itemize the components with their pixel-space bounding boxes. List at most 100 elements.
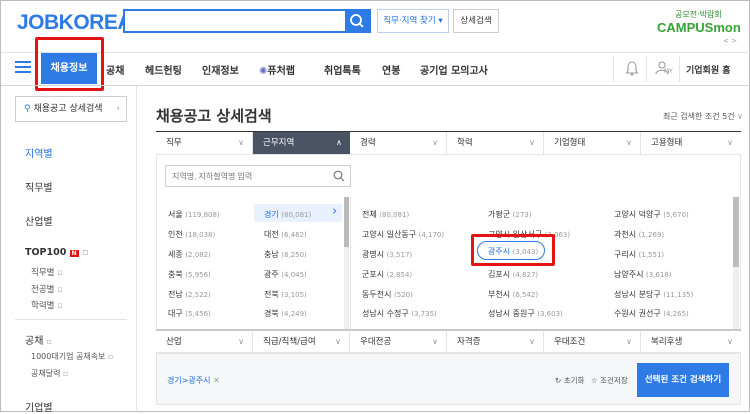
city-goyang-deogyang[interactable]: 고양시 덕양구 (5,670) xyxy=(614,209,689,220)
detail-search-button[interactable]: 상세검색 xyxy=(453,9,499,33)
region-name: 세종 xyxy=(168,250,183,259)
city-guri[interactable]: 구리시 (1,551) xyxy=(614,249,664,260)
nav-item-talk[interactable]: 취업톡톡 xyxy=(324,62,361,77)
tab-major-label: 우대전공 xyxy=(360,337,392,347)
close-icon[interactable]: ✕ xyxy=(213,376,220,385)
sidebar-item-top100[interactable]: TOP100 N ▫ xyxy=(25,247,88,258)
city-dongducheon[interactable]: 동두천시 (520) xyxy=(362,289,413,300)
city-name: 수원시 권선구 xyxy=(614,309,661,318)
tab-job[interactable]: 직무 ∨ xyxy=(156,132,253,154)
region-gyeongbuk[interactable]: 경북 (4,249) xyxy=(264,308,307,319)
city-name: 고양시 덕양구 xyxy=(614,210,661,219)
chevron-down-icon: ∨ xyxy=(529,138,535,147)
city-name: 성남시 수정구 xyxy=(362,309,409,318)
tab-company-type[interactable]: 기업형태 ∨ xyxy=(544,132,641,154)
city-gunpo[interactable]: 군포시 (2,854) xyxy=(362,269,412,280)
city-count: (3,603) xyxy=(537,310,563,318)
tab-certificate[interactable]: 자격증 ∨ xyxy=(447,332,544,352)
sidebar-item-region[interactable]: 지역별 xyxy=(25,145,53,160)
tab-career[interactable]: 경력 ∨ xyxy=(350,132,447,154)
city-count: (1,269) xyxy=(638,231,665,239)
tab-education-label: 학력 xyxy=(457,138,473,148)
city-gwangmyeong[interactable]: 광명시 (3,517) xyxy=(362,249,412,260)
menu-icon[interactable] xyxy=(15,61,31,73)
region-count: (5,456) xyxy=(185,310,211,318)
region-count: (80,081) xyxy=(281,211,312,219)
nav-item-salary[interactable]: 연봉 xyxy=(382,62,400,77)
tab-position[interactable]: 직급/직책/급여 ∨ xyxy=(253,332,350,352)
region-name: 대구 xyxy=(168,309,183,318)
recent-conditions[interactable]: 최근 검색한 조건 5건 ∨ xyxy=(663,111,743,122)
tab-region-label: 근무지역 xyxy=(263,138,295,148)
region-daegu[interactable]: 대구 (5,456) xyxy=(168,308,211,319)
selected-chip[interactable]: 경기>광주시 ✕ xyxy=(167,375,220,386)
city-name: 고양시 일산동구 xyxy=(362,230,417,239)
tab-welfare[interactable]: 복리후생 ∨ xyxy=(641,332,741,352)
city-count: (80,081) xyxy=(379,211,410,219)
city-gapyeong[interactable]: 가평군 (273) xyxy=(488,209,531,220)
my-label[interactable]: MY xyxy=(664,68,673,75)
tab-preference[interactable]: 우대조건 ∨ xyxy=(544,332,641,352)
submit-search-button[interactable]: 선택된 조건 검색하기 xyxy=(637,363,729,397)
city-seongnam-bundang[interactable]: 성남시 분당구 (11,135) xyxy=(614,289,693,300)
tab-employment-type[interactable]: 고용형태 ∨ xyxy=(641,132,741,154)
city-count: (4,265) xyxy=(663,310,689,318)
save-condition-button[interactable]: ☆ 조건저장 xyxy=(591,375,628,386)
region-name: 대전 xyxy=(264,230,279,239)
search-input[interactable] xyxy=(125,11,345,31)
sidebar-item-job[interactable]: 직무별 xyxy=(25,179,53,194)
region-jeonnam[interactable]: 전남 (2,522) xyxy=(168,289,211,300)
city-suwon-gwonseon[interactable]: 수원시 권선구 (4,265) xyxy=(614,308,689,319)
search-icon[interactable] xyxy=(333,170,345,182)
nav-item-talent[interactable]: 인재정보 xyxy=(202,62,239,77)
search-button[interactable] xyxy=(345,11,369,31)
tab-education[interactable]: 학력 ∨ xyxy=(447,132,544,154)
city-gimpo[interactable]: 김포시 (4,827) xyxy=(488,269,538,280)
region-seoul[interactable]: 서울 (119,808) xyxy=(168,209,220,220)
promo-pager[interactable]: < > xyxy=(723,37,737,45)
top100-sub-major[interactable]: 전공별 ▫ xyxy=(31,283,63,295)
promo-top[interactable]: 공모전·박람회 xyxy=(675,9,722,20)
city-gwacheon[interactable]: 과천시 (1,269) xyxy=(614,229,664,240)
region-scrollbar[interactable] xyxy=(344,197,349,329)
tab-region[interactable]: 근무지역 ∧ xyxy=(253,132,350,154)
sidebar-search-button[interactable]: ⚲ 채용공고 상세검색 › xyxy=(15,96,127,122)
region-incheon[interactable]: 인천 (18,038) xyxy=(168,229,215,240)
region-search-input[interactable] xyxy=(172,169,322,184)
chevron-down-icon: ∨ xyxy=(238,138,244,147)
region-gyeonggi[interactable]: 경기 (80,081) xyxy=(264,209,311,220)
city-scrollbar[interactable] xyxy=(733,197,739,329)
nav-item-mock-exam[interactable]: 공기업 모의고사 xyxy=(420,62,488,77)
city-seongnam-jungwon[interactable]: 성남시 중원구 (3,603) xyxy=(488,308,563,319)
city-namyangju[interactable]: 남양주시 (3,618) xyxy=(614,269,672,280)
tab-industry[interactable]: 산업 ∨ xyxy=(156,332,253,352)
corp-home-link[interactable]: 기업회원 홈 xyxy=(686,63,731,76)
bell-icon[interactable] xyxy=(625,60,639,76)
city-goyang-ilsandong[interactable]: 고양시 일산동구 (4,170) xyxy=(362,229,444,240)
sidebar-item-gongchae[interactable]: 공채 ▫ xyxy=(25,332,52,347)
nav-item-futurelab[interactable]: ✺퓨처랩 xyxy=(259,62,295,77)
top100-sub-edu-label: 학력별 xyxy=(31,301,55,311)
gongchae-sub-calendar-label: 공채달력 xyxy=(31,369,61,378)
region-sejong[interactable]: 세종 (2,082) xyxy=(168,249,211,260)
nav-item-headhunting[interactable]: 헤드헌팅 xyxy=(145,62,182,77)
sidebar-item-industry[interactable]: 산업별 xyxy=(25,213,53,228)
city-bucheon[interactable]: 부천시 (6,542) xyxy=(488,289,538,300)
tab-major[interactable]: 우대전공 ∨ xyxy=(350,332,447,352)
region-button[interactable]: 직무·지역 찾기 ▾ xyxy=(377,9,449,33)
city-seongnam-sujeong[interactable]: 성남시 수정구 (3,735) xyxy=(362,308,437,319)
top100-sub-job[interactable]: 직무별 ▫ xyxy=(31,266,63,278)
gongchae-sub-news[interactable]: 1000대기업 공채속보 ▫ xyxy=(31,351,113,362)
promo-logo[interactable]: CAMPUSmon xyxy=(657,20,741,35)
region-jeonbuk[interactable]: 전북 (3,105) xyxy=(264,289,307,300)
region-daejeon[interactable]: 대전 (6,462) xyxy=(264,229,307,240)
top100-sub-edu[interactable]: 학력별 ▫ xyxy=(31,299,63,311)
nav-item-gongchae[interactable]: 공채 xyxy=(106,62,124,77)
gongchae-sub-calendar[interactable]: 공채달력 ▫ xyxy=(31,368,68,379)
reset-button[interactable]: ↻ 초기화 xyxy=(555,375,584,386)
logo[interactable]: JOBKOREA xyxy=(17,11,133,35)
city-all[interactable]: 전체 (80,081) xyxy=(362,209,409,220)
region-chungbuk[interactable]: 충북 (5,956) xyxy=(168,269,211,280)
region-chungnam[interactable]: 충남 (8,250) xyxy=(264,249,307,260)
region-gwangju[interactable]: 광주 (4,045) xyxy=(264,269,307,280)
